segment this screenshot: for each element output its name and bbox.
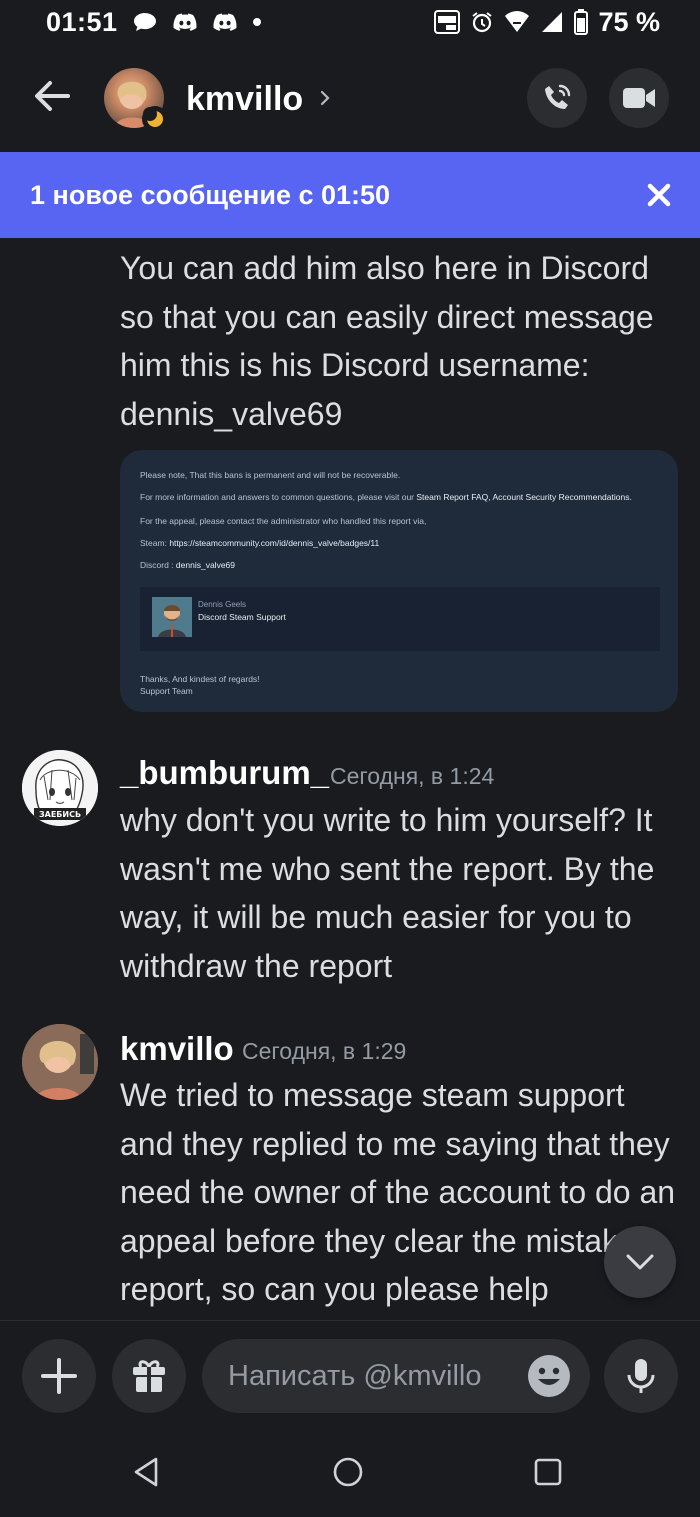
discord-icon (213, 13, 237, 31)
user-avatar[interactable]: ЗАЕБИСЬ (22, 750, 98, 826)
message-timestamp: Сегодня, в 1:24 (330, 763, 495, 789)
notification-icons (132, 11, 262, 33)
message-list[interactable]: You can add him also here in Discord so … (0, 238, 700, 1320)
battery-icon (574, 9, 589, 35)
voice-call-button[interactable] (527, 68, 587, 128)
avatar-photo (22, 1024, 98, 1100)
attachment-line: Support Team (140, 686, 193, 696)
voice-message-button[interactable] (604, 1339, 678, 1413)
chat-bubble-icon (133, 13, 156, 31)
signature-avatar (152, 597, 192, 637)
nav-back-icon[interactable] (130, 1455, 164, 1489)
status-bar: 01:51 75 % (0, 0, 700, 44)
jump-to-bottom-button[interactable] (604, 1226, 676, 1298)
discord-icon (173, 13, 197, 31)
header-username[interactable]: kmvillo (186, 80, 303, 119)
emoji-button[interactable] (528, 1355, 570, 1397)
chevron-right-icon[interactable] (318, 88, 332, 108)
gift-icon (133, 1360, 165, 1392)
attachment-line: Steam: https://steamcommunity.com/id/den… (140, 538, 380, 548)
idle-status-icon (142, 106, 168, 132)
attachment-line: Please note, That this bans is permanent… (140, 470, 401, 480)
new-messages-banner[interactable]: 1 новое сообщение с 01:50 (0, 152, 700, 238)
video-call-button[interactable] (609, 68, 669, 128)
plus-icon (41, 1358, 77, 1394)
attachment-line: For the appeal, please contact the admin… (140, 516, 427, 526)
system-navigation-bar (0, 1427, 700, 1517)
message-composer: Написать @kmvillo (0, 1320, 700, 1427)
auto-hz-icon (434, 10, 461, 34)
message-timestamp: Сегодня, в 1:29 (242, 1038, 407, 1064)
video-camera-icon (623, 88, 655, 108)
bearded-man-icon (152, 597, 192, 637)
close-icon[interactable] (646, 182, 672, 208)
message-input[interactable]: Написать @kmvillo (202, 1339, 590, 1413)
wifi-icon (505, 11, 530, 32)
nav-home-icon[interactable] (331, 1455, 365, 1489)
attachment-line: Discord : dennis_valve69 (140, 560, 235, 570)
dm-header: kmvillo (0, 44, 700, 152)
nav-recents-icon[interactable] (531, 1455, 565, 1489)
message-author[interactable]: _bumburum_ (120, 754, 329, 792)
signal-icon (542, 12, 563, 32)
chevron-down-icon (626, 1254, 654, 1270)
message-text: We tried to message steam support and th… (120, 1077, 676, 1307)
status-time: 01:51 (46, 6, 118, 37)
anime-girl-avatar: ЗАЕБИСЬ (22, 750, 98, 826)
avatar-caption: ЗАЕБИСЬ (39, 810, 81, 819)
message-text: You can add him also here in Discord so … (120, 250, 654, 432)
banner-text: 1 новое сообщение с 01:50 (30, 179, 391, 210)
user-avatar[interactable] (22, 1024, 98, 1100)
microphone-icon (627, 1359, 655, 1393)
dot-icon (252, 18, 261, 26)
gift-button[interactable] (112, 1339, 186, 1413)
phone-call-icon (545, 84, 571, 109)
attachment-line: For more information and answers to comm… (140, 492, 632, 502)
signature-role: Discord Steam Support (198, 612, 286, 622)
signature-name: Dennis Geels (198, 600, 247, 609)
message-author[interactable]: kmvillo (120, 1030, 234, 1068)
attachment-line: Thanks, And kindest of regards! (140, 674, 260, 684)
message-text: why don't you write to him yourself? It … (120, 802, 655, 984)
message-input-placeholder[interactable]: Написать @kmvillo (228, 1339, 518, 1413)
attachment-signature-card: Dennis Geels Discord Steam Support (140, 587, 660, 651)
battery-percentage: 75 % (598, 6, 660, 37)
alarm-icon (472, 12, 493, 33)
add-attachment-button[interactable] (22, 1339, 96, 1413)
back-arrow-icon[interactable] (30, 74, 74, 118)
system-icons: 75 % (434, 7, 660, 38)
image-attachment[interactable]: Please note, That this bans is permanent… (120, 450, 678, 712)
emoji-icon (538, 1367, 560, 1385)
